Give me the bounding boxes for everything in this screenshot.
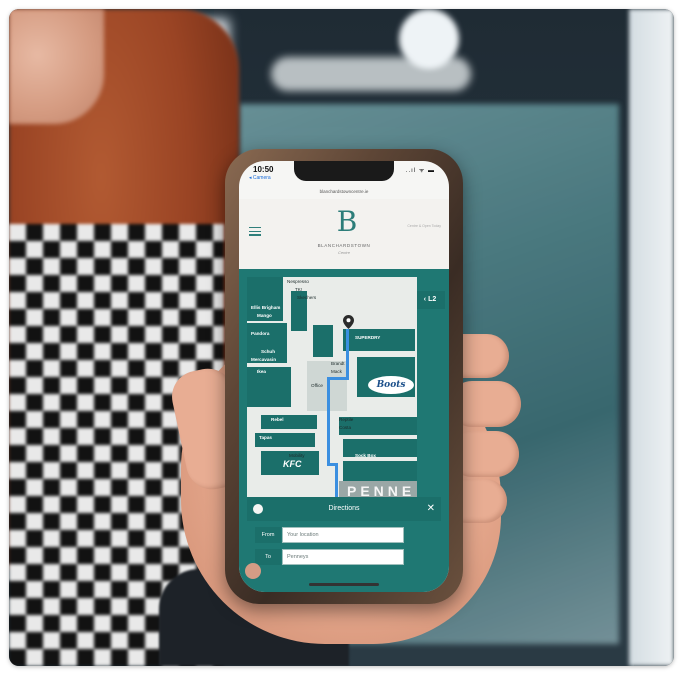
store-block	[261, 415, 317, 429]
level-label: L2	[428, 296, 437, 303]
map-label: Mercavasin	[251, 357, 277, 362]
right-wall	[629, 9, 674, 666]
logo-mark: B	[336, 205, 358, 238]
location-pin-icon	[343, 315, 354, 329]
map-label: Skechers	[297, 295, 317, 300]
back-to-camera-link[interactable]: ◂ Camera	[249, 175, 271, 181]
phone-screen: 10:50 ◂ Camera ..ıl ᯤ ▬ blanchardstownce…	[239, 161, 449, 592]
route-line	[327, 377, 330, 465]
map-label: Mack	[331, 369, 342, 374]
from-field-row: From Your location	[255, 527, 404, 543]
store-block	[247, 367, 291, 407]
map-label: Nespresso	[287, 279, 309, 284]
map-label: Sock Box	[355, 453, 376, 458]
url-bar[interactable]: blanchardstowncentre.ie	[299, 189, 389, 194]
notch	[294, 161, 394, 181]
route-line	[327, 377, 349, 380]
store-block	[313, 325, 333, 357]
map-label: TK!	[295, 287, 303, 292]
map-label: Brandt	[331, 361, 345, 366]
smartphone: 10:50 ◂ Camera ..ıl ᯤ ▬ blanchardstownce…	[225, 149, 463, 604]
status-icons: ..ıl ᯤ ▬	[405, 168, 435, 174]
toggle-dot-icon[interactable]	[253, 504, 263, 514]
route-line	[346, 329, 349, 379]
map-label: Ikea	[257, 369, 266, 374]
store-block	[343, 329, 415, 351]
to-field-row: To Penneys	[255, 549, 404, 565]
face	[9, 9, 104, 124]
store-block	[343, 461, 417, 481]
site-header: B BLANCHARDSTOWN Centre Centre & Open To…	[239, 199, 449, 269]
boots-logo: Boots	[367, 375, 415, 395]
map-label: Mango	[257, 313, 272, 318]
kfc-label: KFC	[283, 459, 302, 469]
logo-subtitle: Centre	[337, 250, 350, 255]
map-label: Mobility	[289, 453, 305, 458]
map-label: Rebel	[271, 417, 284, 422]
map-label: Ellis Brigham	[251, 305, 281, 310]
from-input[interactable]: Your location	[282, 527, 404, 543]
map-label: Pandora	[251, 331, 270, 336]
from-label: From	[255, 527, 281, 543]
to-label: To	[255, 549, 281, 565]
logo-text: BLANCHARDSTOWN	[317, 243, 371, 248]
route-line	[335, 463, 338, 497]
map-label: Costa	[339, 425, 352, 430]
status-time: 10:50	[253, 165, 274, 174]
ceiling-light	[399, 9, 459, 69]
map-panel: ‹ L2 Boots Nespresso TK! Skechers Ellis …	[239, 269, 449, 592]
directions-title: Directions	[328, 505, 360, 512]
map-label: Tapas	[259, 435, 272, 440]
photo-frame: 10:50 ◂ Camera ..ıl ᯤ ▬ blanchardstownce…	[9, 9, 674, 666]
map-label: Schuh	[261, 349, 276, 354]
back-chevron-icon[interactable]: ‹	[424, 296, 426, 303]
assistant-button[interactable]	[245, 563, 261, 579]
hamburger-menu-icon[interactable]	[249, 227, 261, 236]
map-label: Reptile	[339, 417, 354, 422]
level-selector[interactable]: ‹ L2	[415, 291, 445, 309]
opening-hours-text: Centre & Open Today	[407, 224, 441, 228]
to-input[interactable]: Penneys	[282, 549, 404, 565]
directions-header: Directions ✕	[247, 497, 441, 521]
floor-map[interactable]: Boots Nespresso TK! Skechers Ellis Brigh…	[247, 277, 417, 499]
map-label: SUPERDRY	[355, 335, 381, 340]
home-indicator	[309, 583, 379, 586]
close-icon[interactable]: ✕	[427, 497, 435, 521]
map-label: Office	[311, 383, 323, 388]
